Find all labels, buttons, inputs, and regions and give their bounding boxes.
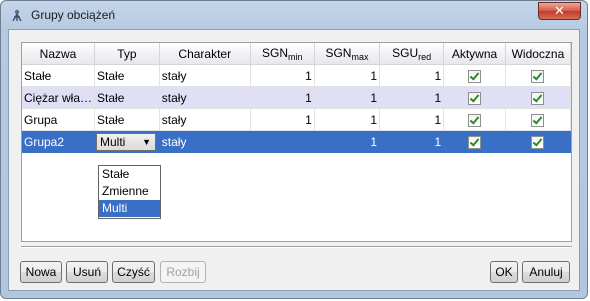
cell-visible [505, 64, 572, 87]
dialog-client: Nazwa Typ Charakter SGNmin SGNmax SGUred… [8, 29, 580, 291]
col-header-sgn-max[interactable]: SGNmax [314, 43, 381, 65]
active-checkbox[interactable] [468, 91, 481, 105]
cell-character[interactable]: stały [159, 64, 251, 87]
active-checkbox[interactable] [468, 69, 481, 83]
cell-sgn-min[interactable] [250, 130, 315, 153]
close-icon: ✕ [554, 3, 565, 18]
load-groups-grid: Nazwa Typ Charakter SGNmin SGNmax SGUred… [21, 42, 572, 242]
col-header-sgn-min[interactable]: SGNmin [250, 43, 315, 65]
cell-name[interactable]: Grupa [22, 108, 96, 131]
visible-checkbox[interactable] [531, 91, 545, 105]
cell-type[interactable]: Stałe [94, 64, 160, 87]
cell-name[interactable]: Ciężar wła… [22, 86, 96, 109]
cell-visible [505, 108, 572, 131]
cell-sgu-red[interactable]: 1 [379, 130, 445, 153]
cell-sgn-max[interactable]: 1 [314, 130, 381, 153]
visible-checkbox[interactable] [531, 69, 545, 83]
cell-sgu-red[interactable]: 1 [379, 64, 445, 87]
close-button[interactable]: ✕ [538, 2, 581, 20]
type-dropdown-list: Stałe Zmienne Multi [98, 165, 161, 219]
cell-active [443, 86, 506, 109]
visible-checkbox[interactable] [531, 113, 545, 127]
cell-sgn-min[interactable]: 1 [250, 108, 315, 131]
cell-type[interactable]: Multi ▼ [94, 130, 160, 153]
title-bar[interactable]: Grupy obciążeń ✕ [1, 1, 587, 29]
dropdown-option-selected[interactable]: Multi [99, 200, 160, 217]
table-row[interactable]: Stałe Stałe stały 1 1 1 [22, 64, 572, 87]
cell-type[interactable]: Stałe [94, 86, 160, 109]
cell-active [443, 64, 506, 87]
cell-name[interactable]: Stałe [22, 64, 96, 87]
cell-visible [505, 130, 572, 153]
cell-sgn-max[interactable]: 1 [314, 108, 381, 131]
cell-active [443, 130, 506, 153]
active-checkbox[interactable] [468, 113, 481, 127]
dropdown-option[interactable]: Zmienne [99, 183, 160, 200]
cell-type[interactable]: Stałe [94, 108, 160, 131]
cell-visible [505, 86, 572, 109]
cell-character[interactable]: stały [159, 130, 251, 153]
separator [21, 246, 572, 248]
table-row[interactable]: Grupa Stałe stały 1 1 1 [22, 108, 572, 131]
type-combobox[interactable]: Multi ▼ [96, 132, 157, 151]
window-title: Grupy obciążeń [31, 8, 116, 22]
col-header-type[interactable]: Typ [94, 43, 160, 65]
col-header-sgu-red[interactable]: SGUred [379, 43, 445, 65]
col-header-name[interactable]: Nazwa [22, 43, 96, 65]
chevron-down-icon[interactable]: ▼ [142, 137, 151, 147]
cell-sgn-max[interactable]: 1 [314, 64, 381, 87]
dropdown-option[interactable]: Stałe [99, 166, 160, 183]
cell-name[interactable]: Grupa2 [22, 130, 96, 153]
col-header-character[interactable]: Charakter [159, 43, 251, 65]
load-groups-table: Nazwa Typ Charakter SGNmin SGNmax SGUred… [22, 43, 572, 153]
cell-active [443, 108, 506, 131]
header-row: Nazwa Typ Charakter SGNmin SGNmax SGUred… [22, 43, 572, 65]
col-header-visible[interactable]: Widoczna [505, 43, 572, 65]
cell-sgu-red[interactable]: 1 [379, 86, 445, 109]
cell-sgn-min[interactable]: 1 [250, 86, 315, 109]
split-button[interactable]: Rozbij [160, 261, 206, 283]
dialog-window: Grupy obciążeń ✕ Nazwa Typ Charakter SGN… [0, 0, 588, 299]
app-icon [12, 9, 22, 22]
cell-sgn-max[interactable]: 1 [314, 86, 381, 109]
active-checkbox[interactable] [468, 135, 481, 149]
new-button[interactable]: Nowa [20, 261, 62, 283]
col-header-active[interactable]: Aktywna [443, 43, 506, 65]
ok-button[interactable]: OK [490, 261, 518, 283]
table-row[interactable]: Ciężar wła… Stałe stały 1 1 1 [22, 86, 572, 109]
cell-sgn-min[interactable]: 1 [250, 64, 315, 87]
cell-character[interactable]: stały [159, 108, 251, 131]
delete-button[interactable]: Usuń [66, 261, 108, 283]
visible-checkbox[interactable] [531, 135, 545, 149]
cell-sgu-red[interactable]: 1 [379, 108, 445, 131]
cancel-button[interactable]: Anuluj [522, 261, 570, 283]
cell-character[interactable]: stały [159, 86, 251, 109]
table-row-selected[interactable]: Grupa2 Multi ▼ stały 1 1 [22, 130, 572, 153]
clear-button[interactable]: Czyść [112, 261, 155, 283]
